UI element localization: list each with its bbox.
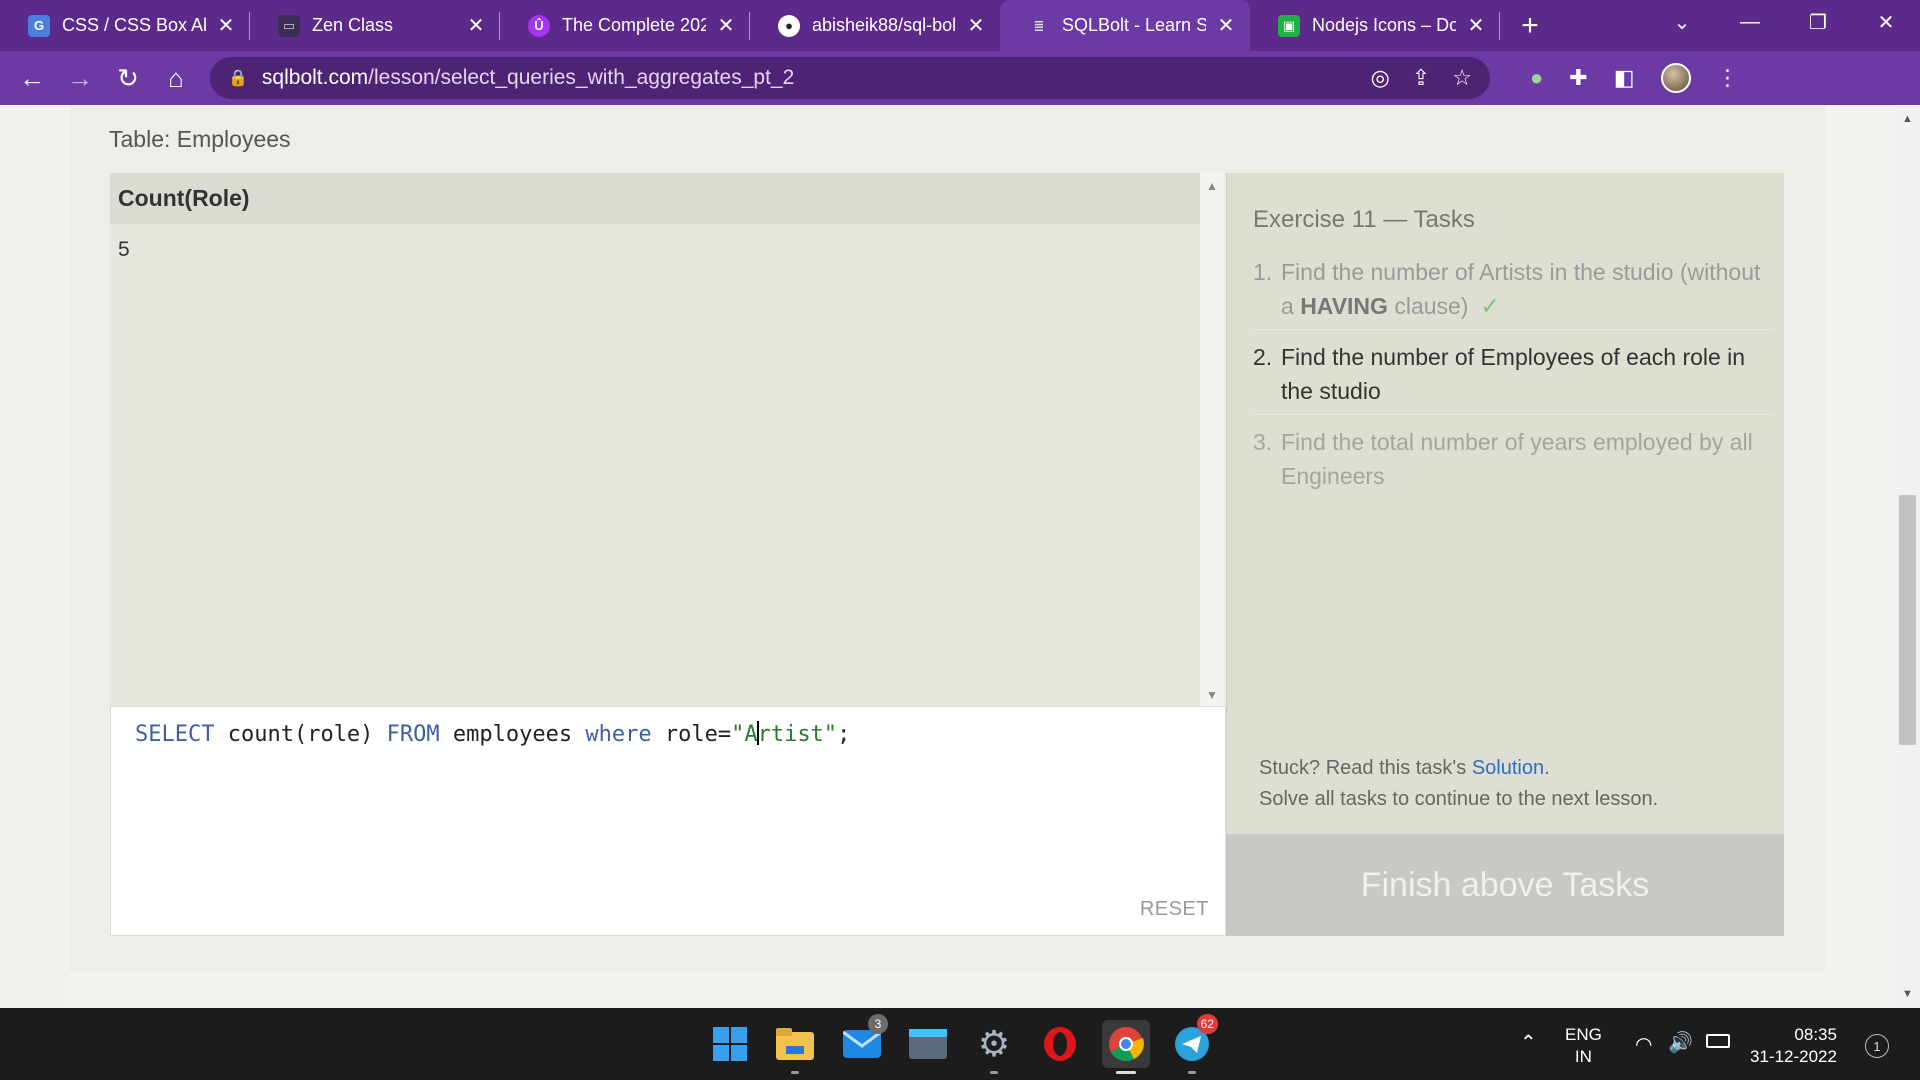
result-column-header: Count(Role) <box>110 173 1200 224</box>
tab-udemy[interactable]: Û The Complete 2023 ✕ <box>500 0 750 51</box>
telegram-icon[interactable]: 62 <box>1168 1014 1218 1074</box>
telegram-badge: 62 <box>1196 1014 1218 1034</box>
reset-button[interactable]: RESET <box>1140 898 1209 921</box>
tab-search-chevron-icon[interactable]: ⌄ <box>1648 0 1716 44</box>
tab-title: abisheik88/sql-bolt <box>812 15 956 35</box>
scroll-up-icon[interactable]: ▲ <box>1200 179 1224 193</box>
exercise-tasks-panel: Exercise 11 — Tasks 1. Find the number o… <box>1226 173 1784 836</box>
url-host: sqlbolt.com <box>261 66 369 89</box>
tray-chevron-up-icon[interactable]: ⌃ <box>1520 1030 1537 1055</box>
window-close-icon[interactable]: ✕ <box>1852 0 1920 44</box>
scroll-down-icon[interactable]: ▼ <box>1895 988 1920 1000</box>
page-scrollbar[interactable]: ▲ ▼ <box>1895 105 1920 1008</box>
browser-toolbar: ← → ↻ ⌂ 🔒 sqlbolt.com/lesson/select_quer… <box>0 51 1920 105</box>
close-icon[interactable]: ✕ <box>716 13 736 38</box>
task-list: 1. Find the number of Artists in the stu… <box>1253 255 1773 509</box>
tab-sqlbolt[interactable]: ≣ SQLBolt - Learn SQ ✕ <box>1000 0 1250 51</box>
avatar[interactable] <box>1660 63 1691 93</box>
eye-slash-icon[interactable]: ◎ <box>1371 65 1390 91</box>
tab-css-box-align[interactable]: G CSS / CSS Box Align ✕ <box>0 0 250 51</box>
close-icon[interactable]: ✕ <box>216 13 236 38</box>
minimize-icon[interactable]: — <box>1716 0 1784 44</box>
icons8-icon: ▣ <box>1278 14 1300 37</box>
settings-gear-icon[interactable]: ⚙ <box>970 1020 1018 1074</box>
results-scrollbar[interactable]: ▲ ▼ <box>1200 173 1224 708</box>
windows-taskbar: 3 ⚙ 62 ⌃ ENG IN ◠ 🔊 08:35 31-12-2022 1 <box>0 1008 1920 1080</box>
mail-icon[interactable]: 3 <box>838 1014 888 1068</box>
forward-icon[interactable]: → <box>56 51 104 105</box>
database-icon: ≣ <box>1033 17 1045 33</box>
windows-start-icon[interactable] <box>706 1020 754 1068</box>
tab-title: The Complete 2023 <box>562 15 706 35</box>
tab-title: Zen Class <box>312 15 394 35</box>
finish-tasks-button[interactable]: Finish above Tasks <box>1226 834 1784 936</box>
wifi-icon[interactable]: ◠ <box>1635 1032 1652 1057</box>
touch-keyboard-icon[interactable] <box>904 1020 952 1068</box>
home-icon[interactable]: ⌂ <box>152 51 200 105</box>
udemy-shield-icon: Û <box>528 14 550 37</box>
back-icon[interactable]: ← <box>8 51 56 105</box>
tab-zen-class[interactable]: ▭ Zen Class ✕ <box>250 0 500 51</box>
tab-title: CSS / CSS Box Align <box>62 15 206 35</box>
close-icon[interactable]: ✕ <box>466 13 486 38</box>
checkmark-icon: ✓ <box>1480 293 1500 319</box>
notification-badge[interactable]: 1 <box>1865 1034 1889 1058</box>
bookmark-star-icon[interactable]: ☆ <box>1452 65 1472 91</box>
reload-icon[interactable]: ↻ <box>104 51 152 105</box>
table-caption: Table: Employees <box>109 126 291 152</box>
chrome-icon[interactable] <box>1102 1020 1150 1074</box>
window-controls: ⌄ — ❐ ✕ <box>1648 0 1920 44</box>
tab-title: SQLBolt - Learn SQ <box>1062 15 1206 35</box>
task-item-2: 2. Find the number of Employees of each … <box>1253 340 1773 415</box>
volume-icon[interactable]: 🔊 <box>1668 1030 1693 1055</box>
sql-editor[interactable]: SELECT count(role) FROM employees where … <box>110 706 1226 936</box>
file-explorer-icon[interactable] <box>771 1020 819 1074</box>
battery-icon[interactable] <box>1706 1034 1730 1048</box>
google-docs-icon: G <box>28 14 50 37</box>
zen-class-icon: ▭ <box>278 14 300 37</box>
stuck-hint: Stuck? Read this task's Solution. Solve … <box>1259 757 1659 810</box>
solution-link[interactable]: Solution <box>1472 757 1544 779</box>
extensions-puzzle-icon[interactable]: ✚ <box>1569 65 1587 91</box>
language-indicator[interactable]: ENG IN <box>1565 1024 1602 1068</box>
side-panel-icon[interactable]: ◧ <box>1614 65 1635 91</box>
tab-github[interactable]: ● abisheik88/sql-bolt ✕ <box>750 0 1000 51</box>
mail-badge: 3 <box>868 1014 888 1034</box>
result-cell: 5 <box>118 238 130 261</box>
url-path: /lesson/select_queries_with_aggregates_p… <box>368 66 795 89</box>
opera-icon[interactable] <box>1036 1020 1084 1068</box>
continue-text: Solve all tasks to continue to the next … <box>1259 788 1659 810</box>
tab-strip: G CSS / CSS Box Align ✕ ▭ Zen Class ✕ Û … <box>0 0 1920 51</box>
new-tab-button[interactable]: + <box>1500 0 1560 51</box>
close-icon[interactable]: ✕ <box>1216 13 1236 38</box>
scroll-down-icon[interactable]: ▼ <box>1200 688 1224 702</box>
scroll-up-icon[interactable]: ▲ <box>1895 113 1920 125</box>
clock-time: 08:35 <box>1794 1025 1837 1044</box>
tab-nodejs-icons[interactable]: ▣ Nodejs Icons – Dow ✕ <box>1250 0 1500 51</box>
task-item-1: 1. Find the number of Artists in the stu… <box>1253 255 1773 330</box>
close-icon[interactable]: ✕ <box>1466 13 1486 38</box>
menu-kebab-icon[interactable]: ⋮ <box>1717 65 1739 91</box>
extension-icon[interactable]: ● <box>1530 65 1543 91</box>
lock-icon: 🔒 <box>228 70 248 87</box>
close-icon[interactable]: ✕ <box>966 13 986 38</box>
share-icon[interactable]: ⇪ <box>1412 65 1430 91</box>
exercise-title: Exercise 11 — Tasks <box>1253 206 1475 233</box>
clock[interactable]: 08:35 31-12-2022 <box>1750 1024 1837 1068</box>
clock-date: 31-12-2022 <box>1750 1047 1837 1066</box>
address-bar[interactable]: 🔒 sqlbolt.com/lesson/select_queries_with… <box>210 57 1490 99</box>
tab-title: Nodejs Icons – Dow <box>1312 15 1456 35</box>
restore-icon[interactable]: ❐ <box>1784 0 1852 44</box>
query-results: Count(Role) 5 <box>110 173 1200 708</box>
scrollbar-thumb[interactable] <box>1899 495 1916 745</box>
task-item-3: 3. Find the total number of years employ… <box>1253 429 1753 489</box>
github-icon: ● <box>778 14 800 37</box>
sql-query[interactable]: SELECT count(role) FROM employees where … <box>135 721 850 747</box>
